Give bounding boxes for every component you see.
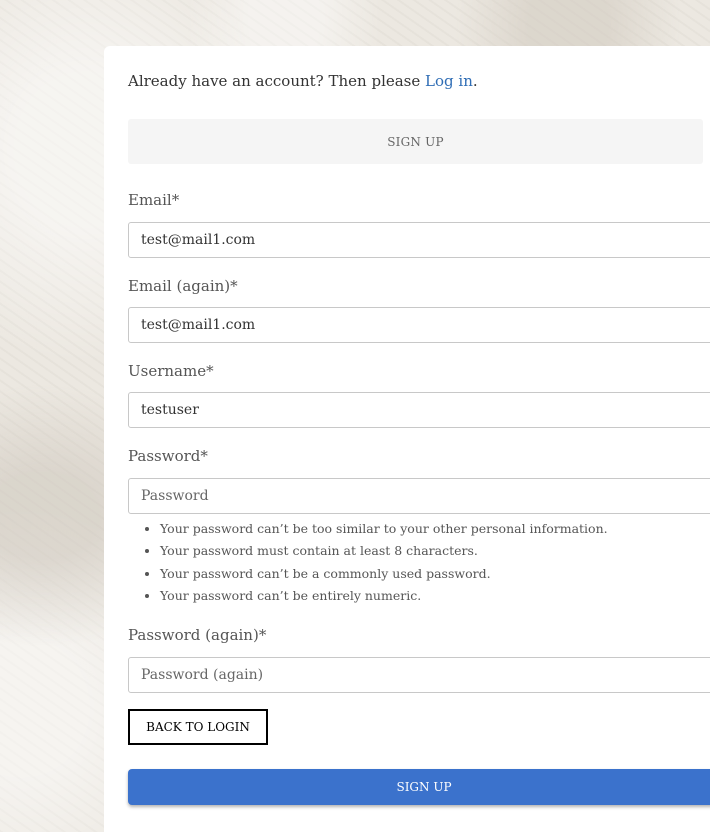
signup-header: SIGN UP (128, 119, 703, 164)
password-again-label: Password (again)* (128, 626, 267, 644)
account-prompt-text: Already have an account? Then please (128, 72, 426, 90)
password-field[interactable] (128, 478, 710, 514)
sign-up-button-label: SIGN UP (396, 780, 452, 794)
email-again-label: Email (again)* (128, 277, 238, 295)
password-again-field[interactable] (128, 657, 710, 693)
email-field[interactable] (128, 222, 710, 258)
sign-up-button[interactable]: SIGN UP (128, 769, 710, 805)
email-again-field[interactable] (128, 307, 710, 343)
signup-header-title: SIGN UP (387, 134, 444, 149)
back-to-login-label: BACK TO LOGIN (146, 720, 250, 734)
password-label: Password* (128, 447, 208, 465)
account-prompt: Already have an account? Then please Log… (128, 72, 478, 90)
password-help-item: Your password can’t be too similar to yo… (160, 518, 608, 540)
login-link[interactable]: Log in (425, 72, 473, 90)
password-help-list: Your password can’t be too similar to yo… (128, 518, 608, 607)
signup-card: Already have an account? Then please Log… (104, 46, 710, 832)
email-label: Email* (128, 191, 180, 209)
username-field[interactable] (128, 392, 710, 428)
account-prompt-suffix: . (472, 72, 478, 90)
password-help-item: Your password can’t be a commonly used p… (160, 563, 608, 585)
password-help-item: Your password can’t be entirely numeric. (160, 585, 608, 607)
password-help-item: Your password must contain at least 8 ch… (160, 540, 608, 562)
username-label: Username* (128, 362, 214, 380)
back-to-login-button[interactable]: BACK TO LOGIN (128, 709, 268, 745)
